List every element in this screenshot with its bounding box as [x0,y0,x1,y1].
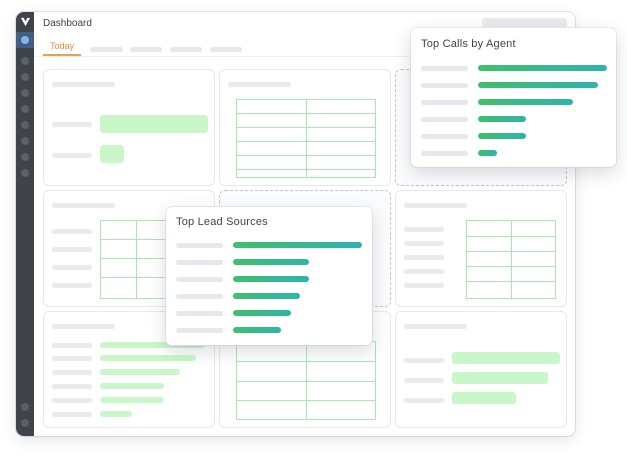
widget-card[interactable] [43,69,215,186]
sidebar-item-settings[interactable] [21,403,29,411]
widget-card[interactable] [395,190,567,307]
sidebar-item-7[interactable] [21,137,29,145]
bar-value [478,133,526,139]
metric-bar [100,145,124,163]
bar-value [478,65,607,71]
widget-card[interactable] [219,69,391,186]
bar-label-placeholder [421,83,468,88]
tab-today[interactable]: Today [43,39,81,56]
table-grid [236,99,376,178]
bar-label-placeholder [421,100,468,105]
page-title: Dashboard [43,18,92,29]
bar-value [233,293,300,299]
tab-5[interactable] [210,47,242,52]
sidebar-item-6[interactable] [21,121,29,129]
sidebar [16,12,34,436]
sidebar-item-2[interactable] [21,57,29,65]
sidebar-item-3[interactable] [21,73,29,81]
tab-4[interactable] [170,47,202,52]
widget-card[interactable] [395,311,567,428]
bar-value [478,82,598,88]
header-search-placeholder[interactable] [482,18,567,28]
bar-value [233,310,291,316]
bar-label-placeholder [176,311,223,316]
sidebar-item-5[interactable] [21,105,29,113]
sidebar-item-9[interactable] [21,169,29,177]
tab-2[interactable] [90,47,123,52]
sidebar-item-4[interactable] [21,89,29,97]
metric-bar [100,115,208,133]
bar-label-placeholder [176,328,223,333]
top-calls-popup: Top Calls by Agent [411,28,616,167]
table-grid [236,341,376,420]
table-grid [466,220,556,299]
bar-value [233,327,281,333]
tab-3[interactable] [130,47,162,52]
bar-label-placeholder [176,260,223,265]
bar-label-placeholder [421,134,468,139]
bar-value [478,150,497,156]
bar-value [233,259,309,265]
bar-label-placeholder [176,294,223,299]
bar-label-placeholder [421,151,468,156]
sidebar-item-dashboard[interactable] [21,36,29,44]
brand-logo-icon[interactable] [16,12,34,30]
bar-label-placeholder [176,243,223,248]
top-leads-popup: Top Lead Sources [166,207,372,345]
bar-value [233,276,309,282]
sidebar-item-profile[interactable] [21,419,29,427]
bar-label-placeholder [176,277,223,282]
popup-title: Top Calls by Agent [421,38,516,50]
bar-label-placeholder [421,117,468,122]
popup-title: Top Lead Sources [176,216,268,228]
bar-value [478,99,573,105]
bar-value [478,116,526,122]
bar-label-placeholder [421,66,468,71]
sidebar-item-8[interactable] [21,153,29,161]
bar-value [233,242,362,248]
